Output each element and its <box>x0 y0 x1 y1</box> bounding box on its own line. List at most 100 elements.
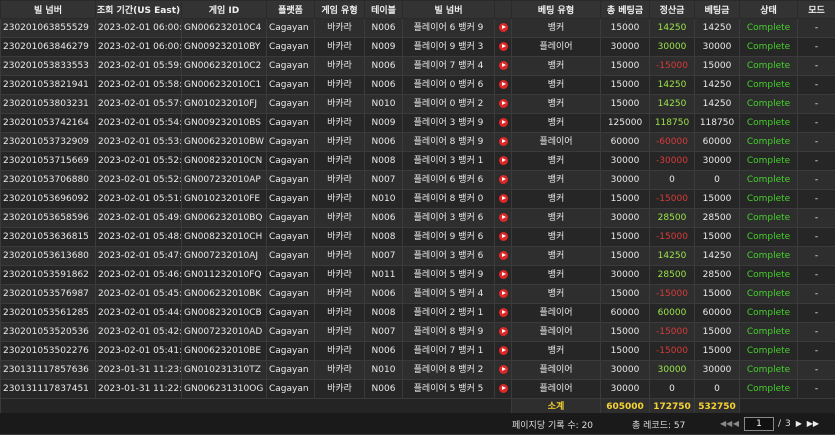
play-circle-icon[interactable] <box>499 80 508 89</box>
cell-table: N006 <box>365 133 403 152</box>
play-circle-icon[interactable] <box>499 118 508 127</box>
cell-bet-type: 뱅커 <box>512 285 601 304</box>
play-circle-icon[interactable] <box>499 384 508 393</box>
table-row[interactable]: 2302010535612852023-02-01 05:44:30GN0082… <box>1 304 835 323</box>
cell-settlement: 0 <box>650 171 695 190</box>
cell-table: N006 <box>365 380 403 399</box>
play-circle-icon[interactable] <box>499 365 508 374</box>
cell-total-bet: 30000 <box>601 380 650 399</box>
play-circle-icon[interactable] <box>499 289 508 298</box>
cell-platform: Cagayan <box>267 380 315 399</box>
table-row[interactable]: 2302010537156692023-02-01 05:52:43GN0082… <box>1 152 835 171</box>
play-circle-icon[interactable] <box>499 270 508 279</box>
table-row[interactable]: 2302010535205362023-02-01 05:42:17GN0072… <box>1 323 835 342</box>
cell-settlement: -15000 <box>650 190 695 209</box>
header-mode[interactable]: 모드 <box>798 1 835 19</box>
cell-game-type: 바카라 <box>315 209 365 228</box>
cell-mode: - <box>798 266 835 285</box>
table-row[interactable]: 2302010536368152023-02-01 05:48:24GN0082… <box>1 228 835 247</box>
cell-mode: - <box>798 323 835 342</box>
cell-bet-amount: 15000 <box>695 342 740 361</box>
cell-time: 2023-02-01 05:57:46 <box>96 95 182 114</box>
cell-bill-no: 230201053502276 <box>1 342 96 361</box>
play-circle-icon[interactable] <box>499 308 508 317</box>
play-circle-icon[interactable] <box>499 61 508 70</box>
table-row[interactable]: 2302010537068802023-02-01 05:52:12GN0072… <box>1 171 835 190</box>
header-game-type[interactable]: 게임 유형 <box>315 1 365 19</box>
header-bet-amount[interactable]: 베팅금 <box>695 1 740 19</box>
play-circle-icon[interactable] <box>499 327 508 336</box>
cell-bill-no: 230201053803231 <box>1 95 96 114</box>
play-circle-icon[interactable] <box>499 99 508 108</box>
table-row[interactable]: 2302010538335532023-02-01 05:59:33GN0062… <box>1 57 835 76</box>
cell-action <box>495 19 512 38</box>
cell-bet-detail: 플레이어 5 뱅커 5 <box>403 380 495 399</box>
cell-table: N007 <box>365 323 403 342</box>
header-status[interactable]: 상태 <box>740 1 798 19</box>
cell-action <box>495 304 512 323</box>
cell-total-bet: 15000 <box>601 228 650 247</box>
header-settlement[interactable]: 정산금 <box>650 1 695 19</box>
table-row[interactable]: 2302010537421642023-02-01 05:54:14GN0092… <box>1 114 835 133</box>
cell-settlement: 14250 <box>650 19 695 38</box>
play-circle-icon[interactable] <box>499 194 508 203</box>
header-bet-detail[interactable]: 빌 넘버 <box>403 1 495 19</box>
cell-bet-type: 플레이어 <box>512 323 601 342</box>
table-row[interactable]: 2302010536960922023-02-01 05:51:42GN0102… <box>1 190 835 209</box>
header-total-bet[interactable]: 총 베팅금 <box>601 1 650 19</box>
play-circle-icon[interactable] <box>499 251 508 260</box>
play-circle-icon[interactable] <box>499 42 508 51</box>
cell-table: N009 <box>365 38 403 57</box>
table-row[interactable]: 2302010537329092023-02-01 05:53:42GN0062… <box>1 133 835 152</box>
cell-action <box>495 38 512 57</box>
cell-bet-detail: 플레이어 3 뱅커 6 <box>403 209 495 228</box>
first-page-icon[interactable]: ◀◀ <box>720 419 728 428</box>
prev-page-icon[interactable]: ◀ <box>732 419 740 428</box>
play-circle-icon[interactable] <box>499 213 508 222</box>
page-number-input[interactable]: 1 <box>744 417 774 431</box>
table-row[interactable]: 2302010535769872023-02-01 05:45:21GN0062… <box>1 285 835 304</box>
table-row[interactable]: 2301311178374512023-01-31 11:22:29GN0062… <box>1 380 835 399</box>
play-circle-icon[interactable] <box>499 346 508 355</box>
next-page-icon[interactable]: ▶ <box>795 419 803 428</box>
play-circle-icon[interactable] <box>499 175 508 184</box>
cell-platform: Cagayan <box>267 209 315 228</box>
table-row[interactable]: 2302010536585962023-02-01 05:49:34GN0062… <box>1 209 835 228</box>
table-row[interactable]: 2302010536136802023-02-01 05:47:14GN0072… <box>1 247 835 266</box>
play-circle-icon[interactable] <box>499 137 508 146</box>
cell-action <box>495 380 512 399</box>
header-platform[interactable]: 플랫폼 <box>267 1 315 19</box>
cell-total-bet: 30000 <box>601 209 650 228</box>
cell-bet-amount: 15000 <box>695 57 740 76</box>
header-bill-no[interactable]: 빌 넘버 <box>1 1 96 19</box>
table-row[interactable]: 2302010538032312023-02-01 05:57:46GN0102… <box>1 95 835 114</box>
cell-mode: - <box>798 361 835 380</box>
header-game-id[interactable]: 게임 ID <box>182 1 267 19</box>
cell-bet-type: 뱅커 <box>512 247 601 266</box>
cell-bill-no: 230201053833553 <box>1 57 96 76</box>
cell-bill-no: 230201053821941 <box>1 76 96 95</box>
cell-platform: Cagayan <box>267 57 315 76</box>
play-circle-icon[interactable] <box>499 232 508 241</box>
cell-bill-no: 230201053520536 <box>1 323 96 342</box>
cell-status: Complete <box>740 323 798 342</box>
cell-bill-no: 230201053732909 <box>1 133 96 152</box>
table-row[interactable]: 2302010535918622023-02-01 05:46:08GN0112… <box>1 266 835 285</box>
cell-game-id: GN010232010FJ <box>182 95 267 114</box>
last-page-icon[interactable]: ▶▶ <box>807 419 815 428</box>
cell-game-type: 바카라 <box>315 190 365 209</box>
table-row[interactable]: 2302010638462792023-02-01 06:00:22GN0092… <box>1 38 835 57</box>
table-row[interactable]: 2302010638555292023-02-01 06:00:54GN0062… <box>1 19 835 38</box>
table-row[interactable]: 2301311178576362023-01-31 11:23:35GN0102… <box>1 361 835 380</box>
header-query-time[interactable]: 조회 기간(US East) <box>96 1 182 19</box>
cell-table: N009 <box>365 114 403 133</box>
play-circle-icon[interactable] <box>499 156 508 165</box>
play-circle-icon[interactable] <box>499 23 508 32</box>
table-row[interactable]: 2302010538219412023-02-01 05:58:53GN0062… <box>1 76 835 95</box>
cell-platform: Cagayan <box>267 323 315 342</box>
header-table[interactable]: 테이블 <box>365 1 403 19</box>
header-bet-type[interactable]: 베팅 유형 <box>512 1 601 19</box>
cell-status: Complete <box>740 266 798 285</box>
table-row[interactable]: 2302010535022762023-02-01 05:41:16GN0062… <box>1 342 835 361</box>
cell-mode: - <box>798 76 835 95</box>
